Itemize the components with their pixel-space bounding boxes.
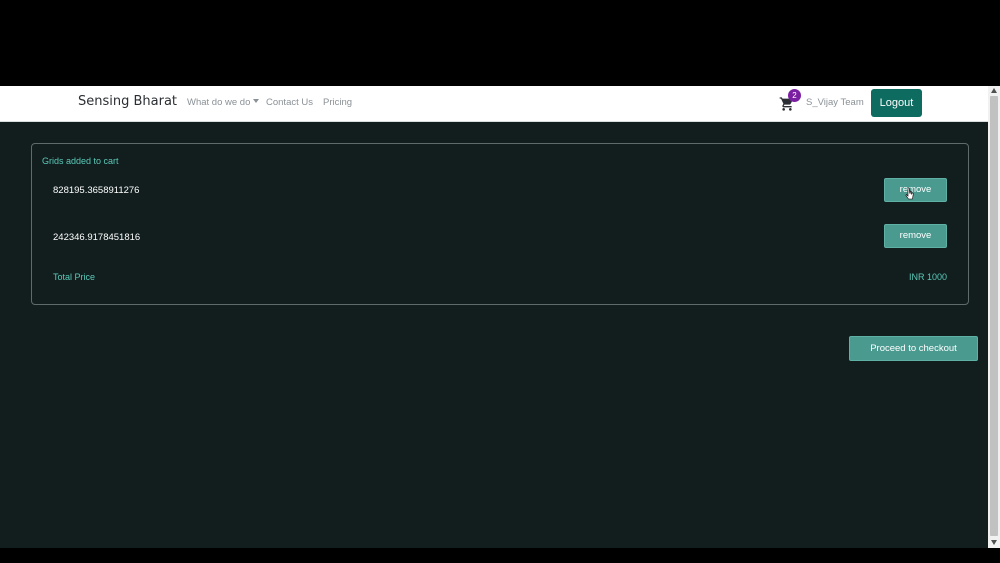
cart-title: Grids added to cart	[42, 156, 119, 166]
cart-count-badge: 2	[788, 89, 801, 102]
scroll-thumb[interactable]	[990, 96, 998, 536]
scroll-up-arrow-icon[interactable]	[991, 88, 997, 93]
mouse-pointer-icon	[905, 187, 914, 200]
scrollbar[interactable]	[988, 86, 1000, 548]
nav-contact-us[interactable]: Contact Us	[266, 97, 313, 108]
proceed-to-checkout-button[interactable]: Proceed to checkout	[849, 336, 978, 361]
nav-pricing[interactable]: Pricing	[323, 97, 352, 108]
app-frame: Sensing Bharat What do we do Contact Us …	[0, 86, 1000, 548]
cart-item-value: 242346.9178451816	[53, 232, 141, 243]
total-price-value: INR 1000	[908, 272, 947, 282]
remove-button[interactable]: remove	[884, 224, 947, 248]
remove-button[interactable]: remove	[884, 178, 947, 202]
cart-card: Grids added to cart 828195.3658911276 re…	[31, 143, 969, 305]
user-name[interactable]: S_Vijay Team	[806, 97, 864, 108]
nav-what-do-we-do[interactable]: What do we do	[187, 97, 259, 108]
cart-item-value: 828195.3658911276	[53, 185, 140, 196]
navbar: Sensing Bharat What do we do Contact Us …	[0, 86, 988, 122]
total-price-label: Total Price	[53, 272, 96, 282]
brand-logo[interactable]: Sensing Bharat	[78, 94, 177, 109]
scroll-down-arrow-icon[interactable]	[991, 540, 997, 545]
logout-button[interactable]: Logout	[871, 89, 922, 117]
